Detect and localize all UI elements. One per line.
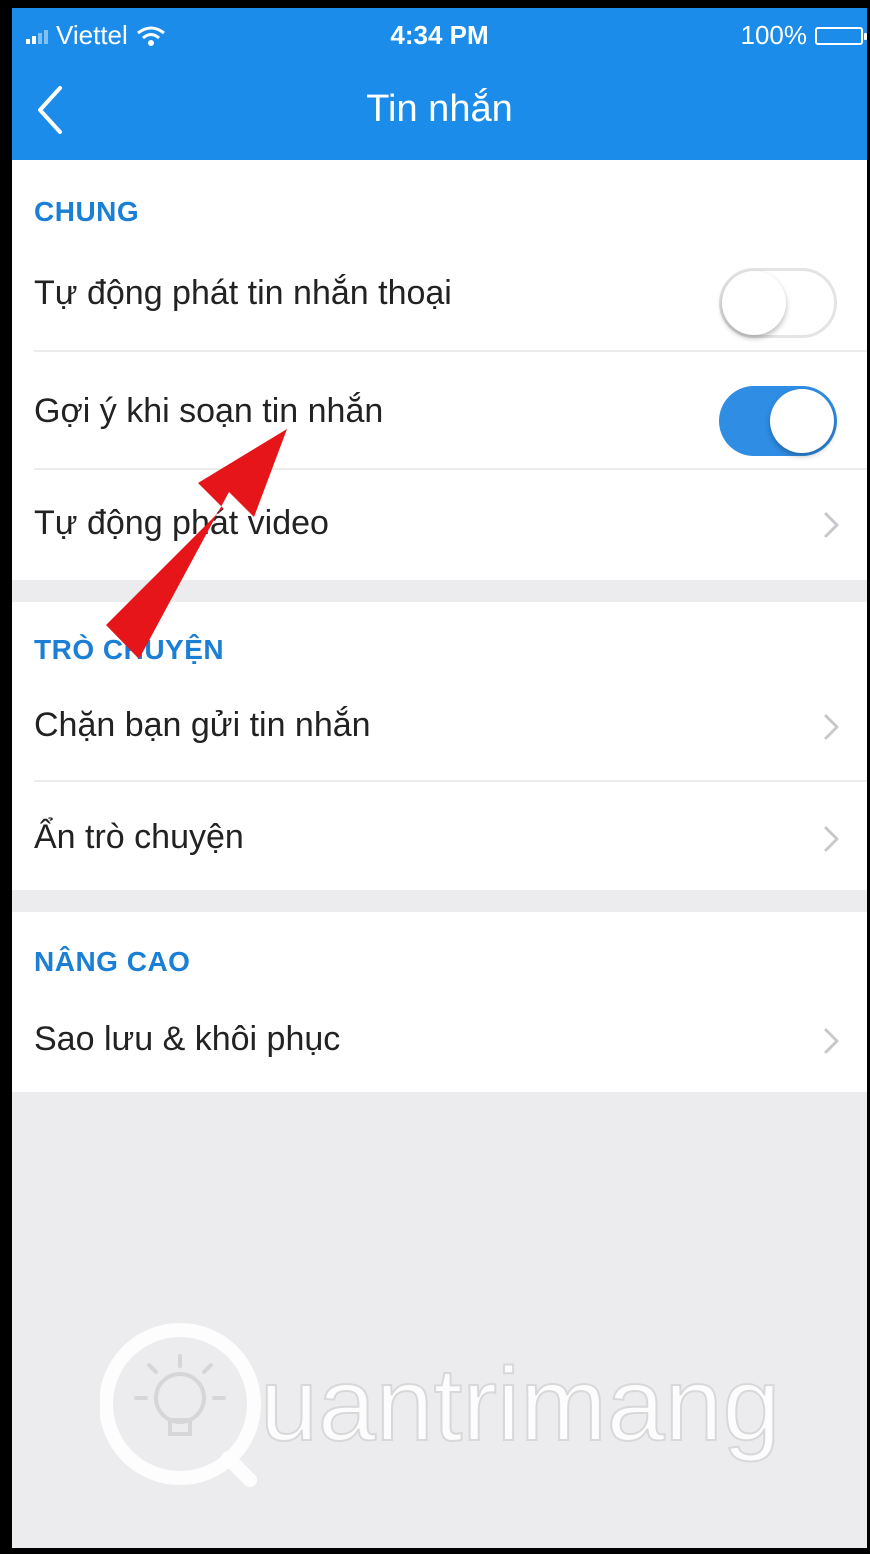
setting-label: Tự động phát tin nhắn thoại	[34, 274, 452, 312]
toggle-knob	[770, 389, 834, 453]
phone-screen: Viettel 4:34 PM 100% Tin nhắn CHUNG Tự đ…	[0, 0, 870, 1554]
section-general: CHUNG Tự động phát tin nhắn thoại Gợi ý …	[12, 160, 867, 580]
setting-label: Chặn bạn gửi tin nhắn	[34, 706, 371, 744]
status-bar: Viettel 4:34 PM 100%	[12, 8, 867, 60]
battery-icon	[815, 26, 867, 45]
toggle-knob	[722, 271, 786, 335]
chevron-right-icon	[824, 512, 839, 538]
quantrimang-watermark-logo: uantrimang	[100, 1323, 781, 1487]
setting-row-compose-suggestions[interactable]: Gợi ý khi soạn tin nhắn	[12, 354, 867, 470]
setting-label: Ẩn trò chuyện	[34, 818, 244, 856]
page-title: Tin nhắn	[366, 88, 513, 130]
section-header-conversations: TRÒ CHUYỆN	[34, 634, 225, 665]
setting-row-auto-play-voice[interactable]: Tự động phát tin nhắn thoại	[12, 236, 867, 352]
section-header-advanced: NÂNG CAO	[34, 946, 191, 977]
chevron-right-icon	[824, 714, 839, 740]
chevron-right-icon	[824, 826, 839, 852]
setting-label: Gợi ý khi soạn tin nhắn	[34, 392, 384, 430]
setting-label: Sao lưu & khôi phục	[34, 1020, 341, 1058]
setting-label: Tự động phát video	[34, 504, 329, 542]
section-advanced: NÂNG CAO Sao lưu & khôi phục	[12, 912, 867, 1092]
navigation-bar: Tin nhắn	[12, 60, 867, 160]
section-conversations: TRÒ CHUYỆN Chặn bạn gửi tin nhắn Ẩn trò …	[12, 602, 867, 890]
setting-row-hide-conversations[interactable]: Ẩn trò chuyện	[12, 782, 867, 890]
section-header-general: CHUNG	[34, 196, 140, 227]
setting-row-backup-restore[interactable]: Sao lưu & khôi phục	[12, 984, 867, 1092]
battery-group: 100%	[740, 20, 867, 51]
setting-row-block-messages[interactable]: Chặn bạn gửi tin nhắn	[12, 672, 867, 782]
compose-suggestions-toggle[interactable]	[719, 386, 837, 456]
divider	[34, 350, 867, 352]
battery-percent: 100%	[740, 20, 808, 50]
svg-text:uantrimang: uantrimang	[260, 1347, 780, 1463]
clock: 4:34 PM	[390, 20, 489, 50]
chevron-right-icon	[824, 1028, 839, 1054]
auto-play-voice-toggle[interactable]	[719, 268, 837, 338]
setting-row-auto-play-video[interactable]: Tự động phát video	[12, 470, 867, 580]
header-bar: Viettel 4:34 PM 100% Tin nhắn	[12, 8, 867, 160]
